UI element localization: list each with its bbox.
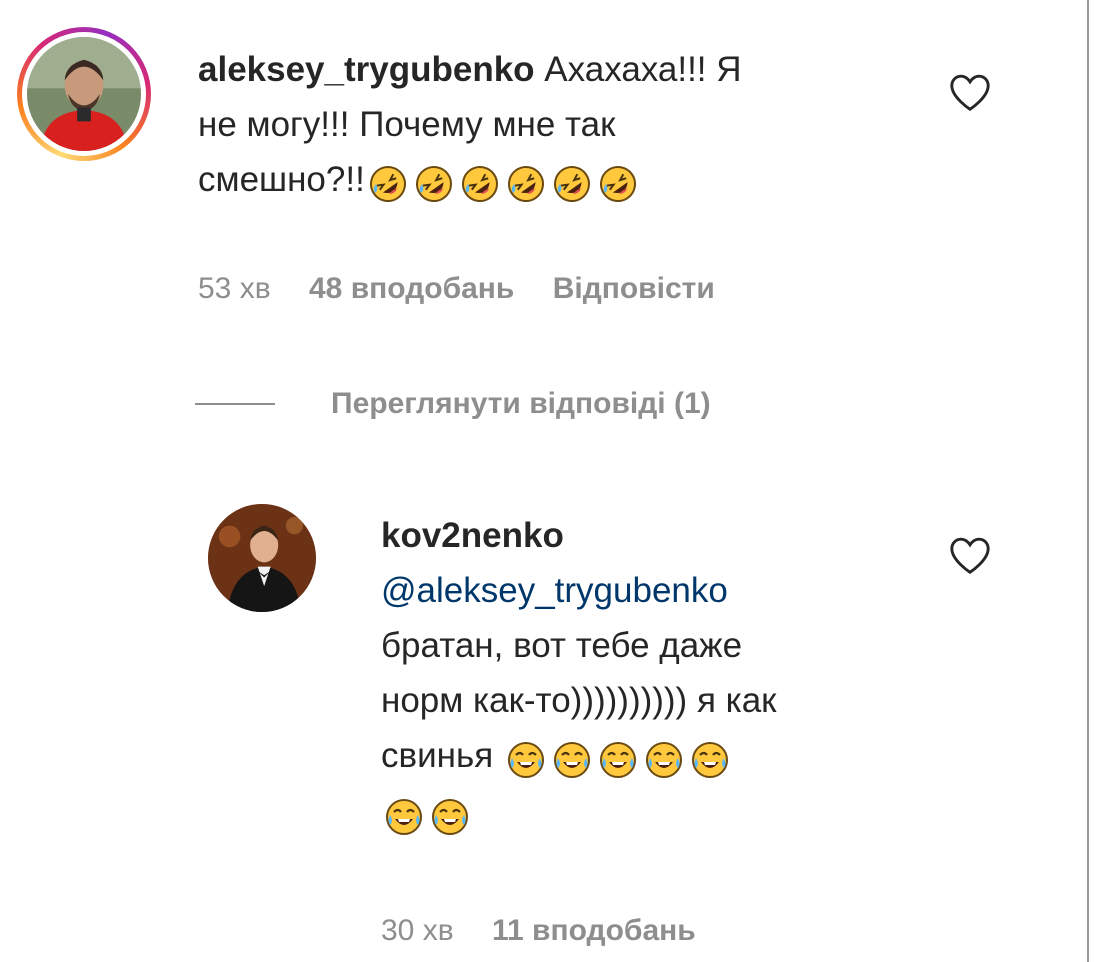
reply-time[interactable]: 30 хв [381,914,454,947]
rolling-on-floor-laughing-icon [368,164,408,204]
reply-text-line1: братан, вот тебе даже [381,626,743,665]
reply-text-line3: свинья [381,736,494,775]
face-with-tears-of-joy-icon [552,740,592,780]
reply-text-line2: норм как-то)))))))))) я как [381,681,777,720]
like-heart-icon[interactable] [948,72,992,112]
emoji-row [503,730,733,785]
reply-likes[interactable]: 11 вподобань [492,914,696,947]
rolling-on-floor-laughing-icon [552,164,592,204]
reply-meta: 30 хв 11 вподобань [381,914,726,948]
rolling-on-floor-laughing-icon [598,164,638,204]
comment-time[interactable]: 53 хв [198,272,271,305]
comment-text-line3: смешно?!! [198,160,365,199]
comment-username[interactable]: aleksey_trygubenko [198,50,535,89]
reply-body: kov2nenko @aleksey_trygubenko братан, во… [381,508,941,843]
comment-meta: 53 хв 48 вподобань Відповісти [198,272,745,306]
divider [195,403,275,405]
rolling-on-floor-laughing-icon [414,164,454,204]
reply-mention[interactable]: @aleksey_trygubenko [381,571,728,610]
face-with-tears-of-joy-icon [384,797,424,837]
comment-text-line1: Ахахаха!!! Я [544,50,742,89]
rolling-on-floor-laughing-icon [506,164,546,204]
reply-button[interactable]: Відповісти [553,272,715,305]
emoji-row [365,154,641,209]
reply-avatar[interactable] [208,504,316,612]
face-with-tears-of-joy-icon [430,797,470,837]
comment-body: aleksey_trygubenko Ахахаха!!! Я не могу!… [198,42,938,209]
face-with-tears-of-joy-icon [506,740,546,780]
comment-text-line2: не могу!!! Почему мне так [198,105,616,144]
reply-username[interactable]: kov2nenko [381,516,564,555]
emoji-row [381,788,473,843]
comment-likes[interactable]: 48 вподобань [309,272,514,305]
face-with-tears-of-joy-icon [644,740,684,780]
view-replies-toggle[interactable]: Переглянути відповіді (1) [195,381,711,427]
reply-like-heart-icon[interactable] [948,535,992,575]
view-replies-label[interactable]: Переглянути відповіді (1) [331,387,711,421]
face-with-tears-of-joy-icon [690,740,730,780]
rolling-on-floor-laughing-icon [460,164,500,204]
scrollbar-edge [1087,0,1089,962]
avatar[interactable] [27,37,141,151]
face-with-tears-of-joy-icon [598,740,638,780]
